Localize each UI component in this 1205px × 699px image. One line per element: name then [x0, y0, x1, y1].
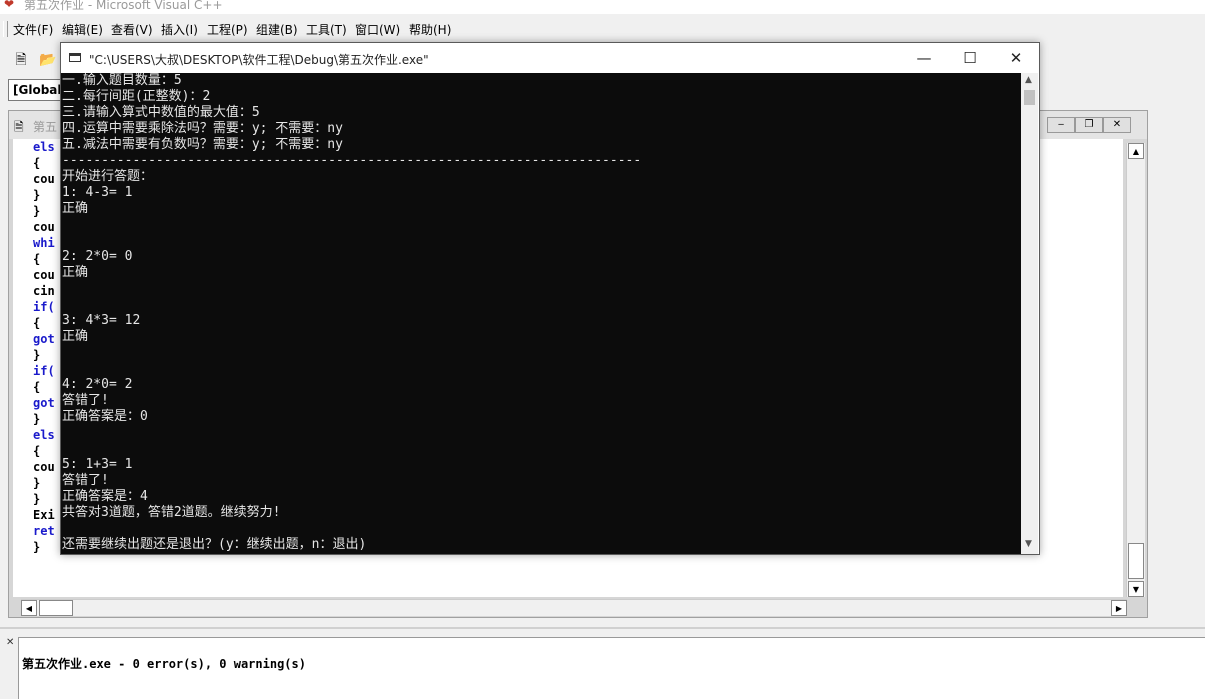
- console-line: 4: 2*0= 2: [62, 377, 133, 392]
- code-line: whi: [33, 236, 55, 250]
- vc-app-icon: ❤: [4, 0, 15, 11]
- menu-project[interactable]: 工程(P): [207, 21, 248, 38]
- console-line: 共答对3道题，答错2道题。继续努力!: [62, 505, 281, 520]
- menu-view[interactable]: 查看(V): [111, 21, 153, 38]
- code-line: }: [33, 204, 41, 218]
- code-line: got: [33, 332, 55, 346]
- editor-hscroll-thumb[interactable]: [39, 600, 73, 616]
- code-line: }: [33, 492, 41, 506]
- output-pane: ✕ 第五次作业.exe - 0 error(s), 0 warning(s): [0, 627, 1205, 699]
- console-line: 还需要继续出题还是退出？(y：继续出题，n：退出): [62, 537, 367, 552]
- console-app-icon: [69, 53, 81, 62]
- code-line: }: [33, 412, 41, 426]
- code-line: {: [33, 252, 41, 266]
- menu-help[interactable]: 帮助(H): [409, 21, 451, 38]
- console-line: ----------------------------------------…: [62, 153, 642, 168]
- console-line: 5: 1+3= 1: [62, 457, 133, 472]
- console-line: 正确: [62, 329, 89, 344]
- code-line: cou: [33, 220, 55, 234]
- console-scroll-down-icon[interactable]: ▼: [1025, 539, 1032, 549]
- code-line: els: [33, 140, 55, 154]
- console-scrollbar[interactable]: ▲ ▼: [1021, 73, 1038, 554]
- code-line: ret: [33, 524, 55, 538]
- code-line: }: [33, 348, 41, 362]
- console-line: 二.每行间距(正整数)：2: [62, 89, 211, 104]
- console-line: 2: 2*0= 0: [62, 249, 133, 264]
- code-line: if(: [33, 364, 55, 378]
- menu-bar: 文件(F) 编辑(E) 查看(V) 插入(I) 工程(P) 组建(B) 工具(T…: [0, 18, 1205, 40]
- console-line: 正确: [62, 201, 89, 216]
- build-result-message: 第五次作业.exe - 0 error(s), 0 warning(s): [22, 657, 306, 671]
- console-line: 一.输入题目数量：5: [62, 73, 182, 88]
- console-title: "C:\USERS\大叔\DESKTOP\软件工程\Debug\第五次作业.ex…: [89, 53, 429, 67]
- code-line: cou: [33, 268, 55, 282]
- code-editor-title: 第五: [33, 120, 58, 134]
- console-line: 正确答案是：0: [62, 409, 148, 424]
- editor-vertical-scrollbar[interactable]: ▲ ▼: [1126, 143, 1145, 597]
- new-file-icon[interactable]: 🗎: [9, 48, 33, 72]
- code-line: cin: [33, 284, 55, 298]
- console-scroll-thumb[interactable]: [1024, 90, 1035, 105]
- console-maximize-button[interactable]: ☐: [947, 43, 993, 73]
- code-line: got: [33, 396, 55, 410]
- console-line: 四.运算中需要乘除法吗？需要：y; 不需要：ny: [62, 121, 343, 136]
- source-file-icon: 🗎: [14, 120, 24, 134]
- console-close-button[interactable]: ✕: [993, 43, 1039, 73]
- console-line: 开始进行答题：: [62, 169, 154, 184]
- console-line: 正确答案是：4: [62, 489, 148, 504]
- code-line: {: [33, 156, 41, 170]
- code-line: if(: [33, 300, 55, 314]
- menu-window[interactable]: 窗口(W): [355, 21, 400, 38]
- code-line: {: [33, 380, 41, 394]
- menu-tools[interactable]: 工具(T): [306, 21, 347, 38]
- console-line: 3: 4*3= 12: [62, 313, 141, 328]
- console-window: "C:\USERS\大叔\DESKTOP\软件工程\Debug\第五次作业.ex…: [60, 42, 1040, 555]
- main-window-title: 第五次作业 - Microsoft Visual C++: [24, 0, 223, 12]
- console-title-bar[interactable]: "C:\USERS\大叔\DESKTOP\软件工程\Debug\第五次作业.ex…: [61, 43, 1039, 73]
- console-scroll-up-icon[interactable]: ▲: [1025, 75, 1032, 85]
- console-minimize-button[interactable]: —: [901, 43, 947, 73]
- console-line: 答错了!: [62, 473, 109, 488]
- scroll-right-arrow-icon[interactable]: ▶: [1111, 600, 1127, 616]
- open-folder-icon[interactable]: 📂: [36, 48, 60, 72]
- scroll-left-arrow-icon[interactable]: ◀: [21, 600, 37, 616]
- console-line: 正确: [62, 265, 89, 280]
- menu-bar-grip[interactable]: [3, 21, 8, 37]
- editor-close-button[interactable]: ✕: [1103, 117, 1131, 133]
- code-line: }: [33, 188, 41, 202]
- code-line: cou: [33, 172, 55, 186]
- code-line: {: [33, 316, 41, 330]
- code-line: }: [33, 540, 41, 554]
- editor-restore-button[interactable]: ❐: [1075, 117, 1103, 133]
- code-line: Exi: [33, 508, 55, 522]
- code-line: els: [33, 428, 55, 442]
- editor-horizontal-scrollbar[interactable]: ◀ ▶: [21, 599, 1127, 616]
- menu-file[interactable]: 文件(F): [13, 21, 53, 38]
- menu-edit[interactable]: 编辑(E): [62, 21, 103, 38]
- scroll-up-arrow-icon[interactable]: ▲: [1128, 143, 1144, 159]
- code-line: {: [33, 444, 41, 458]
- output-close-icon[interactable]: ✕: [6, 637, 14, 648]
- console-line: 答错了!: [62, 393, 109, 408]
- console-line: 1: 4-3= 1: [62, 185, 133, 200]
- main-title-bar: ❤ 第五次作业 - Microsoft Visual C++: [0, 0, 1205, 14]
- console-line: 三.请输入算式中数值的最大值：5: [62, 105, 260, 120]
- editor-vscroll-thumb[interactable]: [1128, 543, 1144, 579]
- menu-build[interactable]: 组建(B): [256, 21, 298, 38]
- menu-insert[interactable]: 插入(I): [161, 21, 198, 38]
- console-output[interactable]: 一.输入题目数量：5 二.每行间距(正整数)：2 三.请输入算式中数值的最大值：5 四…: [61, 73, 1021, 554]
- code-line: cou: [33, 460, 55, 474]
- scroll-down-arrow-icon[interactable]: ▼: [1128, 581, 1144, 597]
- editor-minimize-button[interactable]: ‒: [1047, 117, 1075, 133]
- code-line: }: [33, 476, 41, 490]
- console-line: 五.减法中需要有负数吗？需要：y; 不需要：ny: [62, 137, 343, 152]
